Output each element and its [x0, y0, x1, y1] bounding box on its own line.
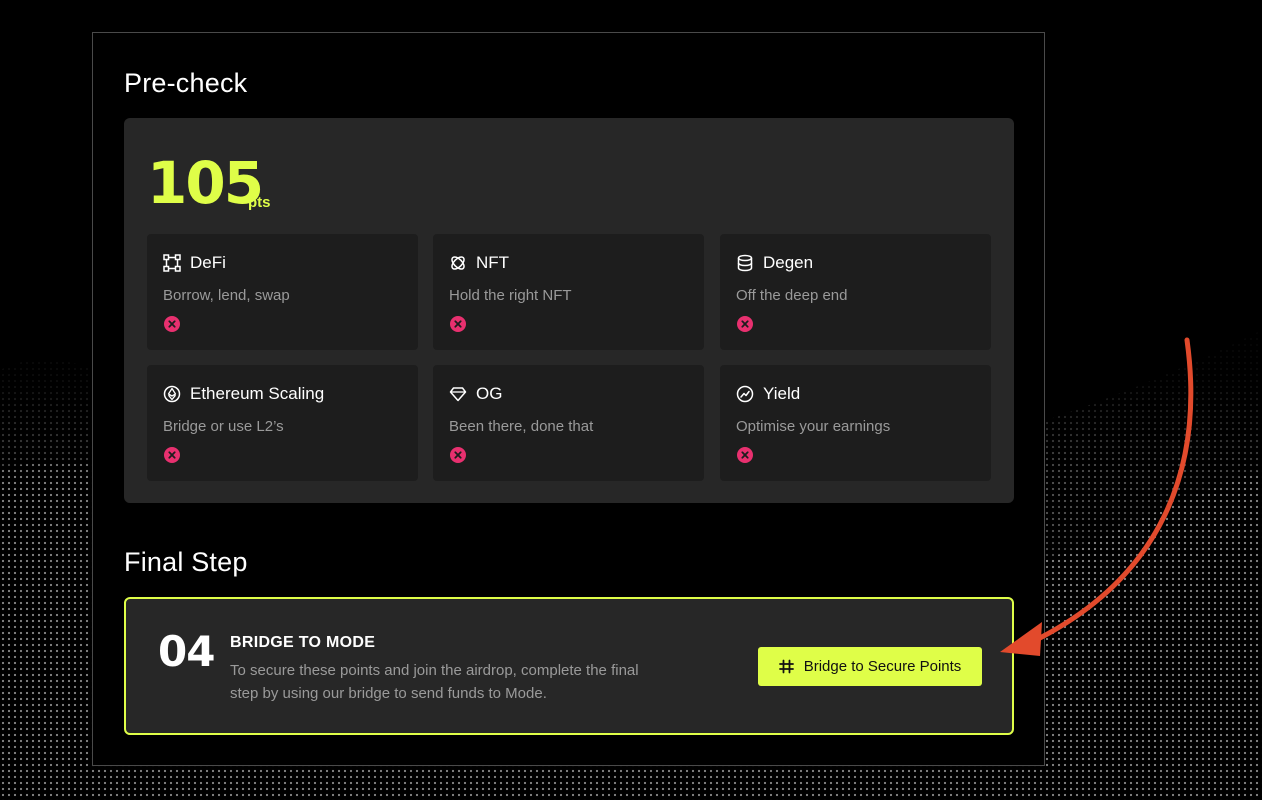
x-circle-icon — [450, 316, 466, 332]
tile-title: DeFi — [190, 253, 226, 272]
x-circle-icon — [450, 447, 466, 463]
points-score: 105 — [147, 149, 264, 217]
category-tile-degen: Degen Off the deep end — [720, 234, 991, 350]
step-description: To secure these points and join the aird… — [230, 662, 639, 702]
screen: Pre-check 105 pts DeFi Borrow, lend, swa… — [0, 0, 1262, 800]
diamond-icon — [449, 385, 467, 403]
category-tile-ethereum-scaling: Ethereum Scaling Bridge or use L2’s — [147, 365, 418, 481]
score-card: 105 pts DeFi Borrow, lend, swap NFT Hold… — [124, 118, 1014, 503]
x-circle-icon — [164, 316, 180, 332]
tile-description: Hold the right NFT — [449, 287, 572, 304]
defi-icon — [163, 254, 181, 272]
precheck-title: Pre-check — [124, 68, 248, 98]
tile-description: Borrow, lend, swap — [163, 287, 290, 304]
step-number: 04 — [158, 627, 215, 676]
bridge-to-secure-points-button[interactable]: Bridge to Secure Points — [758, 647, 982, 686]
ethereum-icon — [163, 385, 181, 403]
category-tile-defi: DeFi Borrow, lend, swap — [147, 234, 418, 350]
button-label: Bridge to Secure Points — [803, 658, 962, 675]
tile-description: Been there, done that — [449, 418, 594, 435]
x-circle-icon — [737, 447, 753, 463]
tile-description: Bridge or use L2’s — [163, 418, 284, 435]
x-circle-icon — [164, 447, 180, 463]
x-circle-icon — [737, 316, 753, 332]
tile-title: Yield — [763, 384, 801, 403]
tile-title: NFT — [476, 253, 510, 272]
tile-description: Off the deep end — [736, 287, 848, 304]
final-step-card: 04 BRIDGE TO MODE To secure these points… — [124, 597, 1014, 735]
chart-icon — [736, 385, 754, 403]
category-tile-yield: Yield Optimise your earnings — [720, 365, 991, 481]
tile-title: Ethereum Scaling — [190, 384, 325, 403]
bridge-icon — [778, 659, 794, 674]
tile-title: OG — [476, 384, 503, 403]
step-title: BRIDGE TO MODE — [230, 634, 376, 651]
points-unit: pts — [248, 194, 271, 211]
final-step-title: Final Step — [124, 547, 248, 577]
precheck-panel: Pre-check 105 pts DeFi Borrow, lend, swa… — [92, 32, 1045, 766]
database-icon — [736, 254, 754, 272]
category-tile-nft: NFT Hold the right NFT — [433, 234, 704, 350]
category-tile-og: OG Been there, done that — [433, 365, 704, 481]
tile-description: Optimise your earnings — [736, 418, 891, 435]
tile-title: Degen — [763, 253, 814, 272]
nft-icon — [449, 254, 467, 272]
